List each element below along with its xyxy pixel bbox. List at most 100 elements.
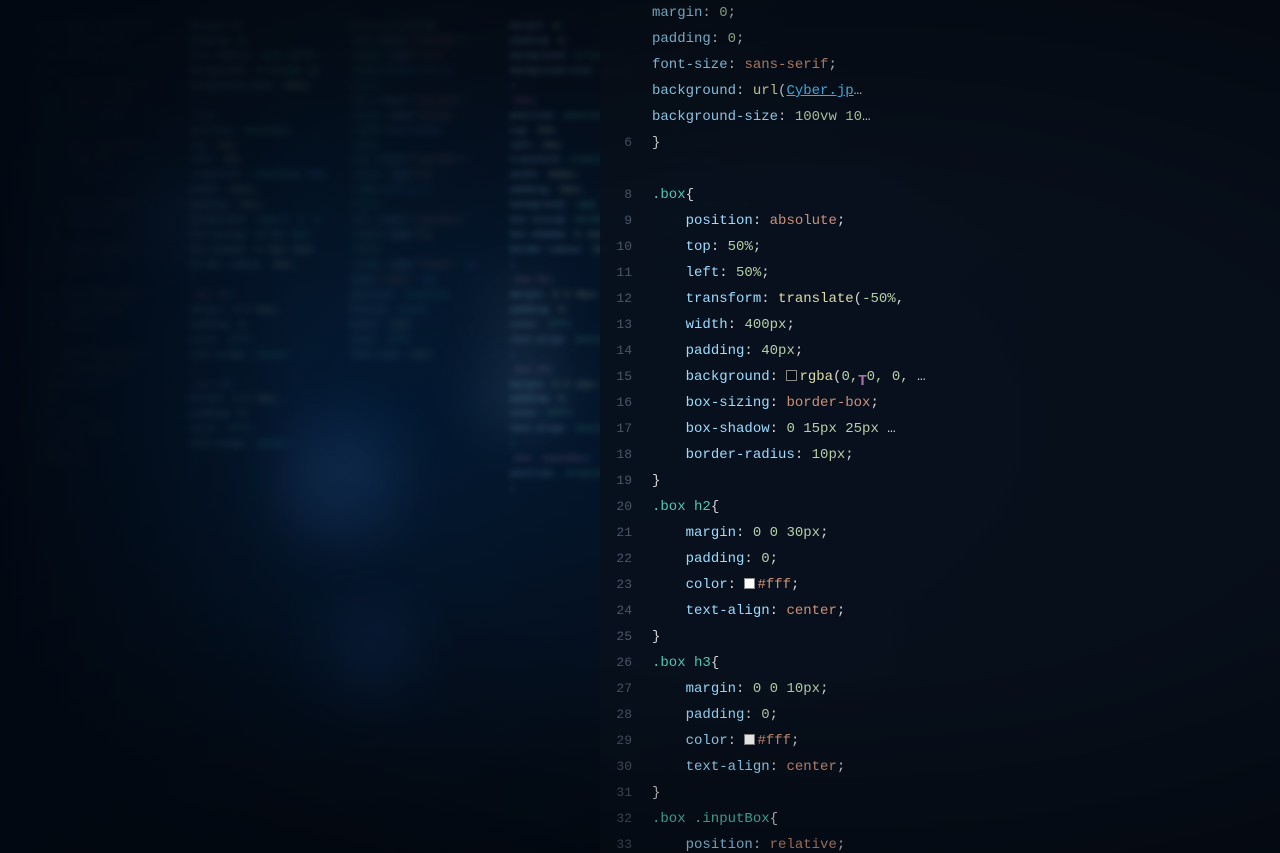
code-line: 33 position: relative;: [600, 832, 1280, 853]
line-number: 30: [600, 754, 652, 780]
code-line: 13 width: 400px;: [600, 312, 1280, 338]
code-line: margin: 0;: [600, 0, 1280, 26]
line-content: padding: 0;: [652, 702, 1280, 728]
line-content: margin: 0;: [652, 0, 1280, 26]
code-line: 28 padding: 0;: [600, 702, 1280, 728]
line-content: .box h2{: [652, 494, 1280, 520]
line-number: 14: [600, 338, 652, 364]
code-line: 31 }: [600, 780, 1280, 806]
line-number: 32: [600, 806, 652, 832]
code-line: 9 position: absolute;: [600, 208, 1280, 234]
code-lines: margin: 0; padding: 0; font-size: sans-s…: [600, 0, 1280, 853]
code-line: 18 border-radius: 10px;: [600, 442, 1280, 468]
line-content: .box .inputBox{: [652, 806, 1280, 832]
blur-col-2: margin: 0; padding: 0; font-family: sans…: [190, 0, 330, 853]
line-content: color: #fff;: [652, 728, 1280, 754]
code-line: padding: 0;: [600, 26, 1280, 52]
line-content: top: 50%;: [652, 234, 1280, 260]
line-content: font-size: sans-serif;: [652, 52, 1280, 78]
line-content: background: rgba(0, 0, 0, …: [652, 364, 1280, 390]
code-line: background-size: 100vw 10…: [600, 104, 1280, 130]
line-content: margin: 0 0 30px;: [652, 520, 1280, 546]
line-number: 31: [600, 780, 652, 806]
code-line: 8 .box{: [600, 182, 1280, 208]
line-number: 11: [600, 260, 652, 286]
code-line: font-size: sans-serif;: [600, 52, 1280, 78]
line-number: 6: [600, 130, 652, 156]
line-number: 29: [600, 728, 652, 754]
line-content: text-align: center;: [652, 754, 1280, 780]
line-number: 28: [600, 702, 652, 728]
line-number: 8: [600, 182, 652, 208]
line-content: background: url(Cyber.jp…: [652, 78, 1280, 104]
line-number: 23: [600, 572, 652, 598]
code-line: 29 color: #fff;: [600, 728, 1280, 754]
line-content: }: [652, 624, 1280, 650]
t-marker: T: [858, 373, 867, 390]
line-content: }: [652, 780, 1280, 806]
code-line: 17 box-shadow: 0 15px 25px …: [600, 416, 1280, 442]
line-number: 24: [600, 598, 652, 624]
line-content: [652, 156, 1280, 182]
code-line: [600, 156, 1280, 182]
line-content: color: #fff;: [652, 572, 1280, 598]
line-number: 17: [600, 416, 652, 442]
code-panel: margin: 0; padding: 0; font-size: sans-s…: [600, 0, 1280, 853]
code-line: 6 }: [600, 130, 1280, 156]
blur-col-1: <div class="inputBox"> <input type="text…: [30, 0, 170, 853]
line-content: text-align: center;: [652, 598, 1280, 624]
line-number: 9: [600, 208, 652, 234]
line-number: 22: [600, 546, 652, 572]
code-line: 32 .box .inputBox{: [600, 806, 1280, 832]
line-number: 21: [600, 520, 652, 546]
code-line: 24 text-align: center;: [600, 598, 1280, 624]
line-number: 27: [600, 676, 652, 702]
code-line: 12 transform: translate(-50%,: [600, 286, 1280, 312]
line-content: .box h3{: [652, 650, 1280, 676]
line-content: transform: translate(-50%,: [652, 286, 1280, 312]
line-content: }: [652, 468, 1280, 494]
line-content: padding: 0;: [652, 546, 1280, 572]
line-number: 16: [600, 390, 652, 416]
line-content: padding: 0;: [652, 26, 1280, 52]
line-number: 25: [600, 624, 652, 650]
line-number: 19: [600, 468, 652, 494]
code-line: 25 }: [600, 624, 1280, 650]
line-content: position: relative;: [652, 832, 1280, 853]
screen: <div class="inputBox"> <input type="text…: [0, 0, 1280, 853]
line-content: .box{: [652, 182, 1280, 208]
line-number: 10: [600, 234, 652, 260]
line-number: 18: [600, 442, 652, 468]
code-line: 10 top: 50%;: [600, 234, 1280, 260]
line-content: padding: 40px;: [652, 338, 1280, 364]
line-content: width: 400px;: [652, 312, 1280, 338]
line-number: 12: [600, 286, 652, 312]
line-number: 26: [600, 650, 652, 676]
code-line: 22 padding: 0;: [600, 546, 1280, 572]
line-content: border-radius: 10px;: [652, 442, 1280, 468]
code-line: 11 left: 50%;: [600, 260, 1280, 286]
line-content: }: [652, 130, 1280, 156]
code-line: background: url(Cyber.jp…: [600, 78, 1280, 104]
line-number: 20: [600, 494, 652, 520]
code-line: 15 background: rgba(0, 0, 0, …: [600, 364, 1280, 390]
code-line: 20 .box h2{: [600, 494, 1280, 520]
code-line: 30 text-align: center;: [600, 754, 1280, 780]
blur-col-3: a a s 1 t 8 0 52 <div class="inputBox"> …: [350, 0, 490, 853]
line-number: 15: [600, 364, 652, 390]
line-content: left: 50%;: [652, 260, 1280, 286]
code-line: 27 margin: 0 0 10px;: [600, 676, 1280, 702]
line-content: background-size: 100vw 10…: [652, 104, 1280, 130]
code-line: 26 .box h3{: [600, 650, 1280, 676]
code-line: 23 color: #fff;: [600, 572, 1280, 598]
line-content: margin: 0 0 10px;: [652, 676, 1280, 702]
line-content: box-sizing: border-box;: [652, 390, 1280, 416]
line-number: 33: [600, 832, 652, 853]
line-number: 13: [600, 312, 652, 338]
line-content: box-shadow: 0 15px 25px …: [652, 416, 1280, 442]
code-line: 19 }: [600, 468, 1280, 494]
code-line: 21 margin: 0 0 30px;: [600, 520, 1280, 546]
code-line: 16 box-sizing: border-box;: [600, 390, 1280, 416]
line-content: position: absolute;: [652, 208, 1280, 234]
code-line: 14 padding: 40px;: [600, 338, 1280, 364]
